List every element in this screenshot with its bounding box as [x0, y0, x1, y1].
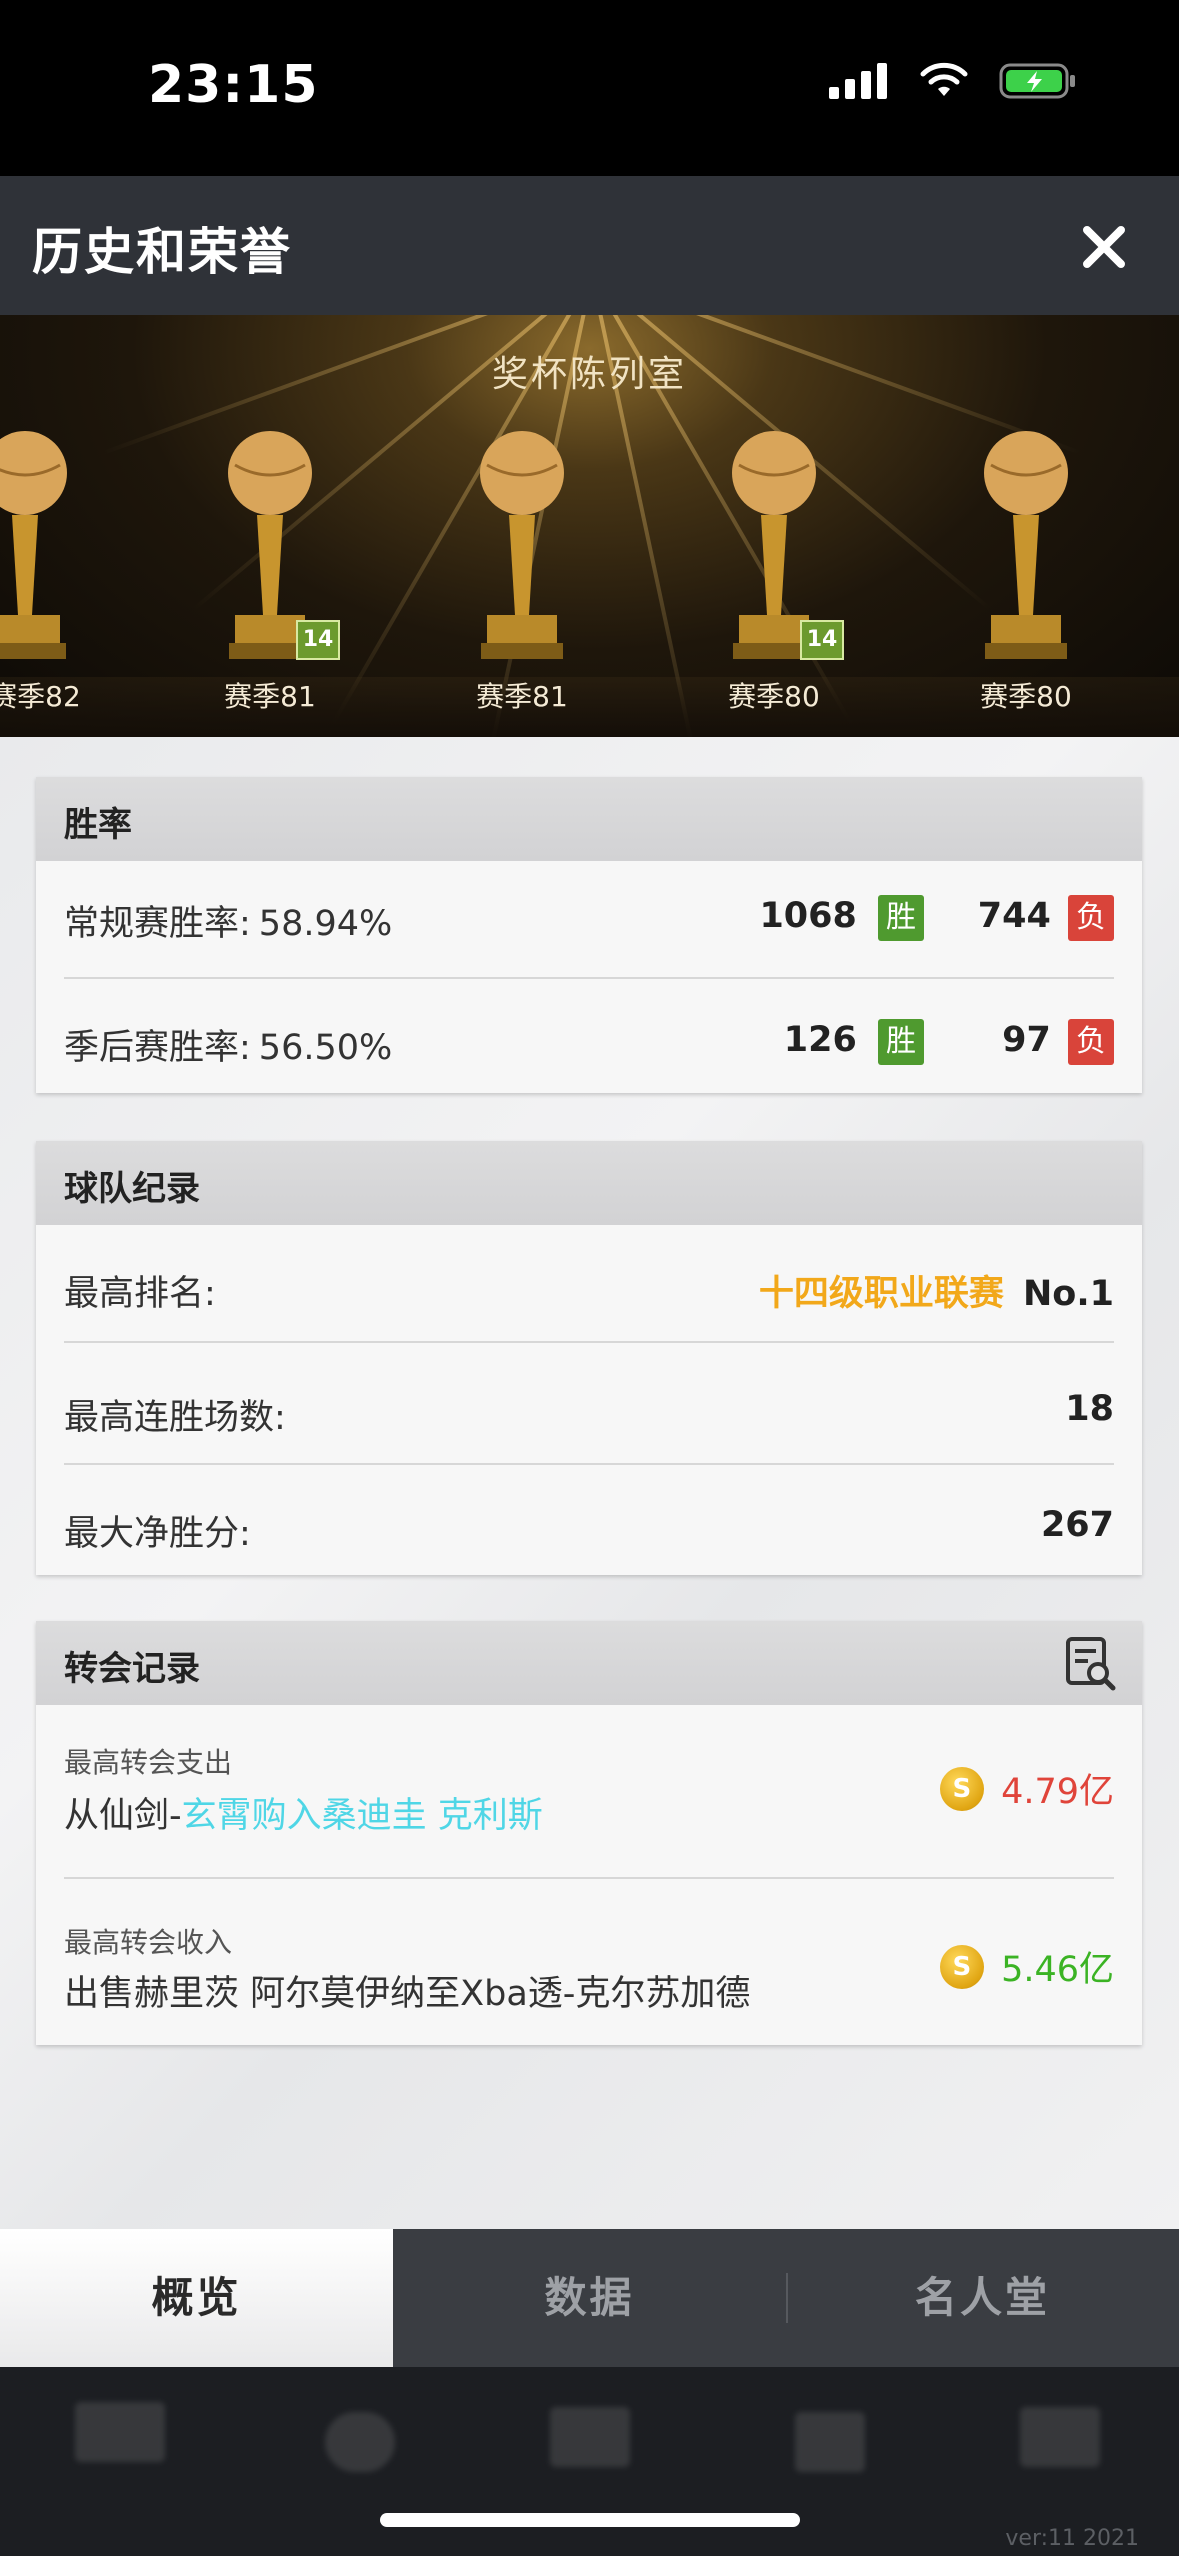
- card-title: 转会记录: [64, 1649, 200, 1689]
- income-text: 出售赫里茨 阿尔莫伊纳至Xba透-克尔苏加德: [64, 1974, 751, 2014]
- trophy-count-badge: 14: [800, 620, 844, 660]
- highest-income-row: 出售赫里茨 阿尔莫伊纳至Xba透-克尔苏加德 S 5.46亿: [64, 1944, 1114, 2016]
- card-title: 球队纪录: [64, 1169, 200, 1209]
- win-streak-label: 最高连胜场数:: [64, 1398, 286, 1438]
- content-area: 胜率 常规赛胜率: 58.94% 1068 胜 744 负 季后赛胜率: 56.50…: [0, 737, 1179, 2229]
- max-margin-row: 最大净胜分: 267: [64, 1505, 1114, 1556]
- trophy-icon[interactable]: [457, 425, 587, 675]
- win-tag: 胜: [878, 1019, 924, 1065]
- max-margin-value: 267: [1040, 1505, 1114, 1545]
- playoff-wins: 126: [783, 1020, 857, 1060]
- win-tag: 胜: [878, 895, 924, 941]
- divider: [64, 1341, 1114, 1343]
- transfer-records-card: 转会记录 最高转会支出 从仙剑-玄霄购入桑迪圭 克利斯 S 4.79亿 最高转会…: [36, 1621, 1142, 2045]
- trophy-label: 赛季80: [728, 680, 820, 713]
- bottom-tabs: 概览 数据 名人堂: [0, 2229, 1179, 2367]
- income-amount: 5.46亿: [1001, 1950, 1114, 1990]
- blurred-nav-item: [780, 2397, 880, 2517]
- regular-wins: 1068: [759, 896, 857, 936]
- card-header: 转会记录: [36, 1621, 1142, 1705]
- tab-data[interactable]: 数据: [393, 2229, 786, 2367]
- trophy-label: 赛季81: [224, 680, 316, 713]
- blurred-nav-item: [1010, 2397, 1110, 2517]
- home-indicator[interactable]: [380, 2513, 800, 2527]
- playoff-losses: 97: [1002, 1020, 1051, 1060]
- regular-value: 58.94%: [258, 904, 393, 944]
- card-title: 胜率: [64, 805, 132, 845]
- tab-overview[interactable]: 概览: [0, 2229, 393, 2367]
- win-rate-card: 胜率 常规赛胜率: 58.94% 1068 胜 744 负 季后赛胜率: 56.50…: [36, 777, 1142, 1093]
- loss-tag: 负: [1068, 1019, 1114, 1065]
- trophy-room-title: 奖杯陈列室: [491, 354, 687, 395]
- search-records-icon[interactable]: [1062, 1635, 1118, 1691]
- blurred-nav-item: [540, 2397, 640, 2517]
- playoff-value: 56.50%: [258, 1028, 393, 1068]
- playoff-label: 季后赛胜率:: [64, 1028, 251, 1068]
- card-header: 胜率: [36, 777, 1142, 861]
- page-header: 历史和荣誉: [0, 176, 1179, 315]
- tab-hall-of-fame[interactable]: 名人堂: [786, 2229, 1179, 2367]
- loss-tag: 负: [1068, 895, 1114, 941]
- highest-spend-row: 从仙剑-玄霄购入桑迪圭 克利斯 S 4.79亿: [64, 1766, 1114, 1838]
- trophy-count-badge: 14: [296, 620, 340, 660]
- divider: [64, 1463, 1114, 1465]
- win-streak-row: 最高连胜场数: 18: [64, 1389, 1114, 1440]
- divider: [64, 977, 1114, 979]
- version-label: ver:11 2021: [1005, 2526, 1139, 2551]
- close-icon[interactable]: [1069, 212, 1139, 282]
- regular-label: 常规赛胜率:: [64, 904, 251, 944]
- coin-icon: S: [939, 1766, 984, 1811]
- trophy-label: 赛季81: [476, 680, 568, 713]
- playoff-row: 季后赛胜率: 56.50% 126 胜 97 负: [64, 1019, 1114, 1069]
- card-header: 球队纪录: [36, 1141, 1142, 1225]
- trophy-icon[interactable]: [961, 425, 1091, 675]
- divider: [64, 1877, 1114, 1879]
- status-bar: 23:15: [0, 0, 1179, 176]
- spend-player-link[interactable]: 玄霄购入桑迪圭 克利斯: [182, 1796, 543, 1836]
- best-rank-value: No.1: [1023, 1274, 1114, 1314]
- max-margin-label: 最大净胜分:: [64, 1514, 251, 1554]
- status-icons: [829, 62, 1079, 100]
- best-rank-league: 十四级职业联赛: [758, 1274, 1004, 1314]
- coin-icon: S: [939, 1944, 984, 1989]
- win-streak-value: 18: [1065, 1389, 1114, 1429]
- spend-from: 从仙剑-: [64, 1796, 182, 1836]
- best-rank-row: 最高排名: 十四级职业联赛 No.1: [64, 1265, 1114, 1316]
- battery-charging-icon: [999, 63, 1075, 99]
- wifi-icon: [920, 62, 968, 96]
- team-records-card: 球队纪录 最高排名: 十四级职业联赛 No.1 最高连胜场数: 18 最大净胜分…: [36, 1141, 1142, 1575]
- trophy-room-banner: 奖杯陈列室 赛季82 14 赛季81 赛季81 14 赛季80 赛季80: [0, 315, 1179, 737]
- status-time: 23:15: [148, 55, 319, 115]
- best-rank-label: 最高排名:: [64, 1274, 216, 1314]
- blurred-nav-item: [70, 2397, 170, 2517]
- trophy-icon[interactable]: [0, 425, 90, 675]
- signal-icon: [829, 63, 887, 99]
- trophy-label: 赛季80: [980, 680, 1072, 713]
- blurred-nav-item: [310, 2397, 410, 2517]
- trophy-label: 赛季82: [0, 680, 81, 713]
- page-title: 历史和荣誉: [32, 223, 292, 281]
- background-dock: [0, 2367, 1179, 2556]
- regular-losses: 744: [977, 896, 1051, 936]
- spend-amount: 4.79亿: [1001, 1772, 1114, 1812]
- regular-season-row: 常规赛胜率: 58.94% 1068 胜 744 负: [64, 895, 1114, 945]
